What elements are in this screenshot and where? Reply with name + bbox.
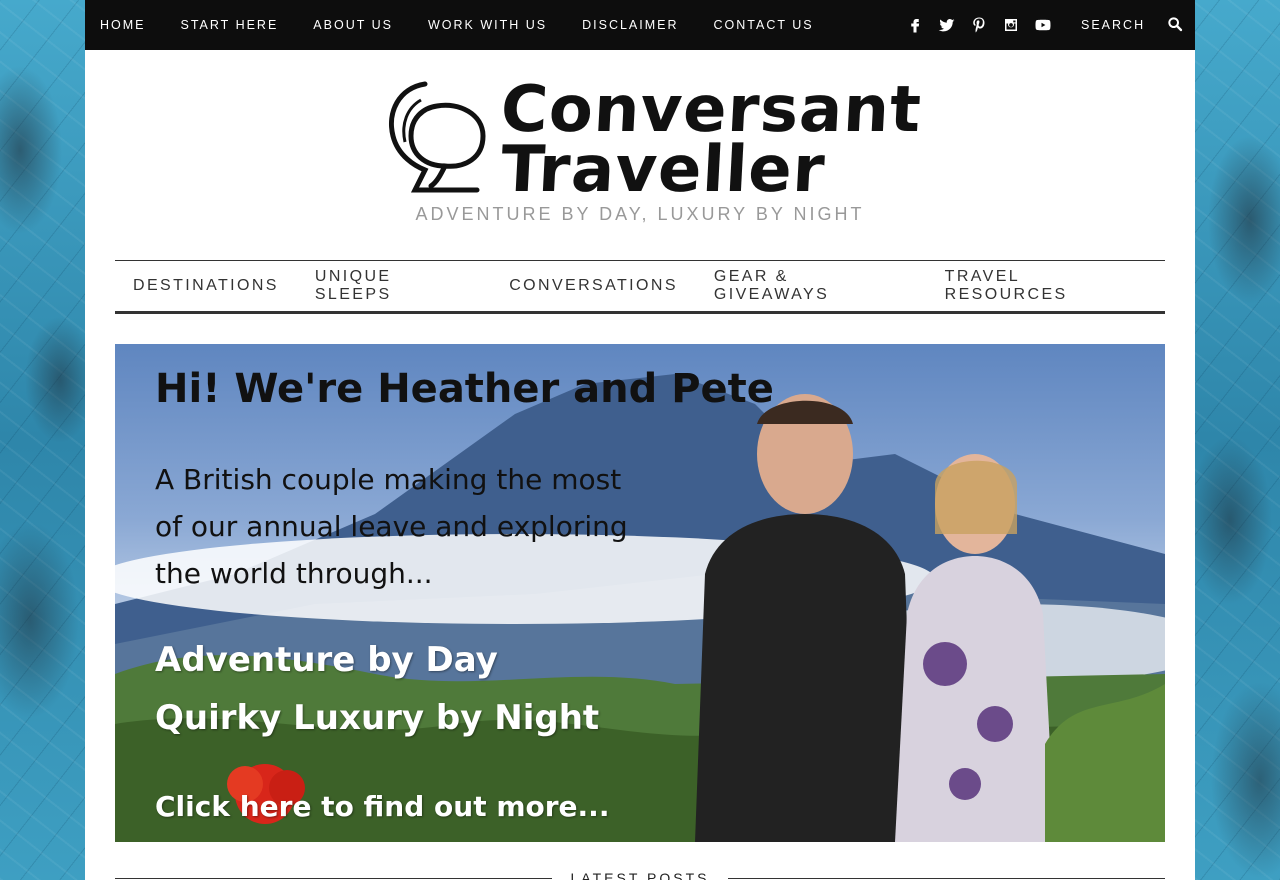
twitter-icon[interactable]	[935, 13, 959, 37]
top-bar: HOME START HERE ABOUT US WORK WITH US DI…	[85, 0, 1195, 50]
social-links	[903, 0, 1063, 50]
nav-unique-sleeps[interactable]: UNIQUE SLEEPS	[315, 268, 473, 304]
site-logo[interactable]: Conversant Traveller	[385, 73, 924, 207]
hero-intro: A British couple making the most of our …	[155, 463, 628, 590]
youtube-icon[interactable]	[1031, 13, 1055, 37]
nav-travel-resources[interactable]: TRAVEL RESOURCES	[945, 268, 1147, 304]
hero-cta-link[interactable]: Click here to find out more...	[155, 790, 609, 823]
nav-destinations[interactable]: DESTINATIONS	[133, 277, 279, 295]
nav-work-with-us[interactable]: WORK WITH US	[428, 0, 547, 50]
hero-heading: Hi! We're Heather and Pete	[155, 366, 774, 412]
nav-contact-us[interactable]: CONTACT US	[714, 0, 814, 50]
search-box	[1081, 0, 1185, 50]
instagram-icon[interactable]	[999, 13, 1023, 37]
hero-line-luxury: Quirky Luxury by Night	[155, 698, 600, 738]
speech-bubble-logo-icon	[389, 81, 486, 193]
nav-conversations[interactable]: CONVERSATIONS	[509, 277, 678, 295]
search-icon[interactable]	[1167, 16, 1185, 34]
nav-start-here[interactable]: START HERE	[181, 0, 279, 50]
facebook-icon[interactable]	[903, 13, 927, 37]
hero-banner[interactable]: Hi! We're Heather and Pete A British cou…	[115, 344, 1165, 842]
nav-disclaimer[interactable]: DISCLAIMER	[582, 0, 678, 50]
latest-posts-header: LATEST POSTS	[115, 866, 1165, 880]
hero-line-adventure: Adventure by Day	[155, 640, 498, 680]
logo-line-2: Traveller	[499, 133, 828, 207]
logo-line-1: Conversant	[499, 73, 924, 147]
divider-right	[728, 878, 1165, 879]
pinterest-icon[interactable]	[967, 13, 991, 37]
couple-photo	[695, 394, 1165, 842]
nav-about-us[interactable]: ABOUT US	[313, 0, 393, 50]
top-nav: HOME START HERE ABOUT US WORK WITH US DI…	[85, 0, 849, 50]
main-nav: DESTINATIONS UNIQUE SLEEPS CONVERSATIONS…	[115, 260, 1165, 314]
site-tagline: ADVENTURE BY DAY, LUXURY BY NIGHT	[415, 204, 865, 224]
search-input[interactable]	[1081, 18, 1165, 32]
nav-gear-giveaways[interactable]: GEAR & GIVEAWAYS	[714, 268, 909, 304]
nav-home[interactable]: HOME	[100, 0, 146, 50]
